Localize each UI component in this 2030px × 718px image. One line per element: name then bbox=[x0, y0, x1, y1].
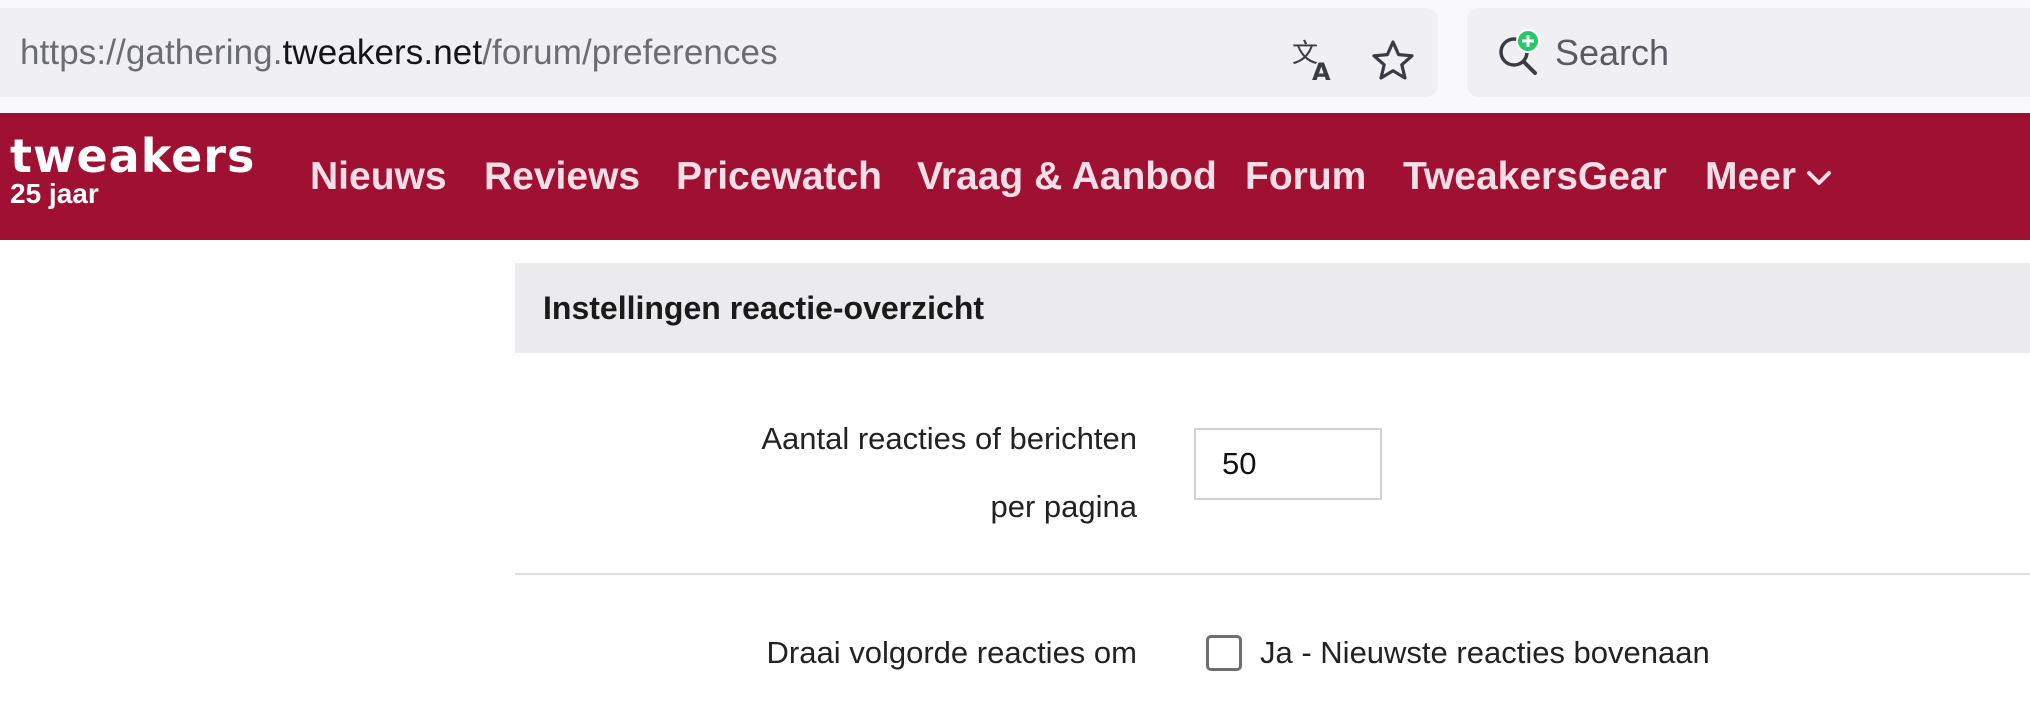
chevron-down-icon[interactable] bbox=[1804, 163, 1834, 193]
section-title: Instellingen reactie-overzicht bbox=[543, 290, 985, 326]
nav-item-forum[interactable]: Forum bbox=[1245, 113, 1366, 240]
search-placeholder: Search bbox=[1555, 32, 1670, 73]
section-header: Instellingen reactie-overzicht bbox=[515, 263, 2030, 353]
address-bar[interactable]: https://gathering.tweakers.net/forum/pre… bbox=[0, 8, 1438, 97]
search-box[interactable]: Search bbox=[1467, 8, 2030, 97]
translate-icon[interactable]: 文 A bbox=[1290, 36, 1338, 84]
reverse-order-label: Draai volgorde reacties om bbox=[766, 635, 1137, 670]
site-navbar: tweakers 25 jaar Nieuws Reviews Pricewat… bbox=[0, 113, 2030, 240]
reverse-order-option-label[interactable]: Ja - Nieuwste reacties bovenaan bbox=[1260, 628, 1710, 678]
nav-item-pricewatch[interactable]: Pricewatch bbox=[676, 113, 882, 240]
logo-wordmark: tweakers bbox=[10, 129, 256, 183]
search-add-engine-icon bbox=[1499, 29, 1540, 75]
svg-text:A: A bbox=[1312, 58, 1331, 84]
nav-item-tweakersgear[interactable]: TweakersGear bbox=[1403, 113, 1667, 240]
bookmark-star-icon[interactable] bbox=[1370, 38, 1416, 84]
nav-item-meer[interactable]: Meer bbox=[1705, 113, 1796, 240]
posts-per-page-label: Aantal reacties of berichten per pagina bbox=[761, 421, 1137, 524]
row-divider bbox=[515, 573, 2030, 575]
browser-toolbar: https://gathering.tweakers.net/forum/pre… bbox=[0, 0, 2030, 113]
posts-per-page-input[interactable] bbox=[1194, 428, 1382, 500]
nav-item-nieuws[interactable]: Nieuws bbox=[310, 113, 447, 240]
url-text[interactable]: https://gathering.tweakers.net/forum/pre… bbox=[20, 8, 778, 97]
logo-anniversary: 25 jaar bbox=[10, 178, 99, 209]
reverse-order-checkbox[interactable] bbox=[1206, 635, 1242, 671]
nav-item-reviews[interactable]: Reviews bbox=[484, 113, 640, 240]
nav-item-vraag-aanbod[interactable]: Vraag & Aanbod bbox=[917, 113, 1217, 240]
site-logo[interactable]: tweakers 25 jaar bbox=[10, 133, 255, 209]
